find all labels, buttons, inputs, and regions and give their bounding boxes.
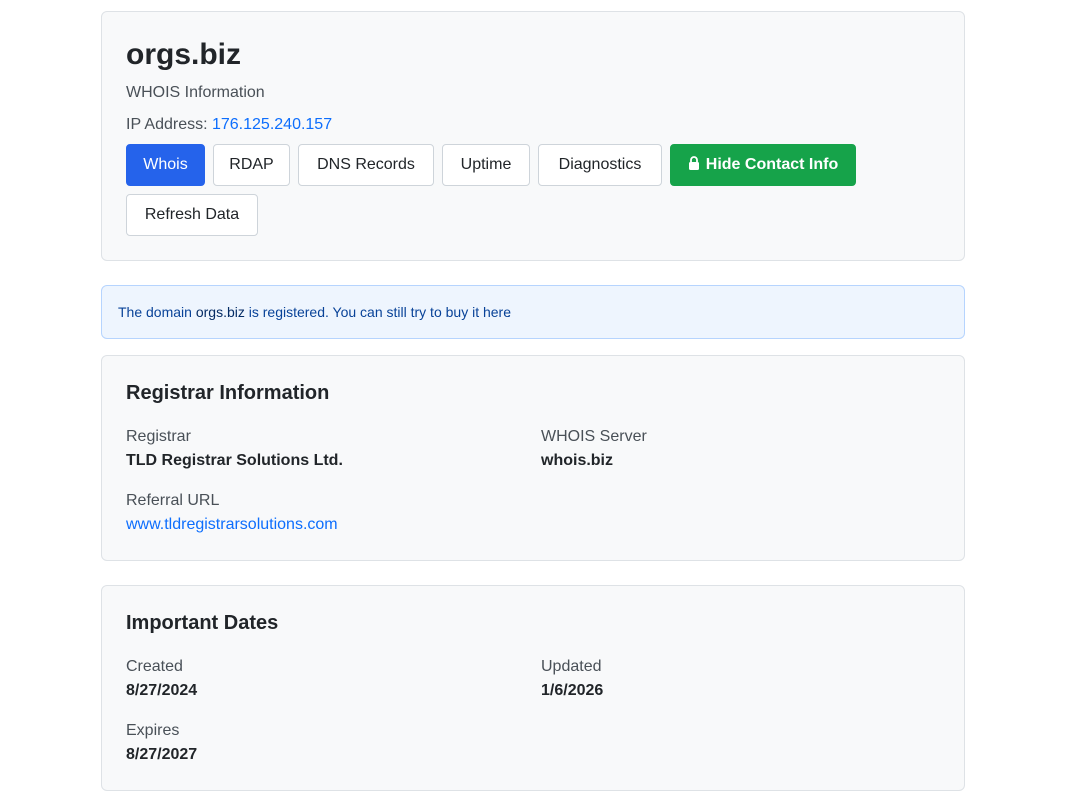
created-value: 8/27/2024 — [126, 682, 198, 699]
page-title: orgs.biz — [126, 38, 242, 71]
created-label: Created — [126, 658, 183, 675]
refresh-data-button[interactable]: Refresh Data — [126, 194, 258, 236]
ip-address-label: IP Address: — [126, 116, 208, 133]
registration-status-alert: The domain orgs.biz is registered. You c… — [101, 285, 965, 339]
whois-server-field: WHOIS Server whois.biz — [541, 428, 647, 470]
updated-field: Updated 1/6/2026 — [541, 658, 603, 700]
registrar-field: Registrar TLD Registrar Solutions Ltd. — [126, 428, 343, 470]
diagnostics-tab-button[interactable]: Diagnostics — [538, 144, 662, 186]
rdap-tab-button[interactable]: RDAP — [213, 144, 290, 186]
registrar-label: Registrar — [126, 428, 191, 445]
dates-section-title: Important Dates — [126, 612, 279, 634]
whois-server-label: WHOIS Server — [541, 428, 647, 445]
whois-tab-button[interactable]: Whois — [126, 144, 205, 186]
alert-domain: orgs.biz — [195, 304, 245, 320]
expires-label: Expires — [126, 722, 180, 739]
expires-field: Expires 8/27/2027 — [126, 722, 197, 764]
uptime-tab-button[interactable]: Uptime — [442, 144, 530, 186]
expires-value: 8/27/2027 — [126, 746, 198, 763]
whois-server-value: whois.biz — [541, 452, 613, 469]
registrar-section-title: Registrar Information — [126, 382, 330, 404]
updated-value: 1/6/2026 — [541, 682, 604, 699]
alert-suffix: . — [507, 304, 511, 320]
hide-contact-info-button[interactable]: Hide Contact Info — [670, 144, 856, 186]
page-subtitle: WHOIS Information — [126, 84, 265, 101]
referral-url-link[interactable]: www.tldregistrarsolutions.com — [126, 516, 338, 534]
created-field: Created 8/27/2024 — [126, 658, 197, 700]
alert-message: is registered. You can still try to buy … — [248, 304, 480, 320]
registrar-value: TLD Registrar Solutions Ltd. — [126, 452, 343, 469]
lock-icon — [688, 146, 700, 186]
referral-url-label: Referral URL — [126, 492, 220, 509]
hide-contact-info-label: Hide Contact Info — [705, 156, 839, 173]
alert-prefix: The domain — [118, 304, 192, 320]
important-dates-card: Important Dates Created 8/27/2024 Update… — [101, 585, 965, 791]
dns-records-tab-button[interactable]: DNS Records — [298, 144, 434, 186]
ip-address-value[interactable]: 176.125.240.157 — [212, 116, 332, 133]
registrar-information-card: Registrar Information Registrar TLD Regi… — [101, 355, 965, 561]
updated-label: Updated — [541, 658, 602, 675]
domain-header-card: orgs.biz WHOIS Information IP Address: 1… — [101, 11, 965, 261]
ip-address-line: IP Address: 176.125.240.157 — [126, 116, 332, 134]
referral-url-field: Referral URL www.tldregistrarsolutions.c… — [126, 492, 338, 534]
